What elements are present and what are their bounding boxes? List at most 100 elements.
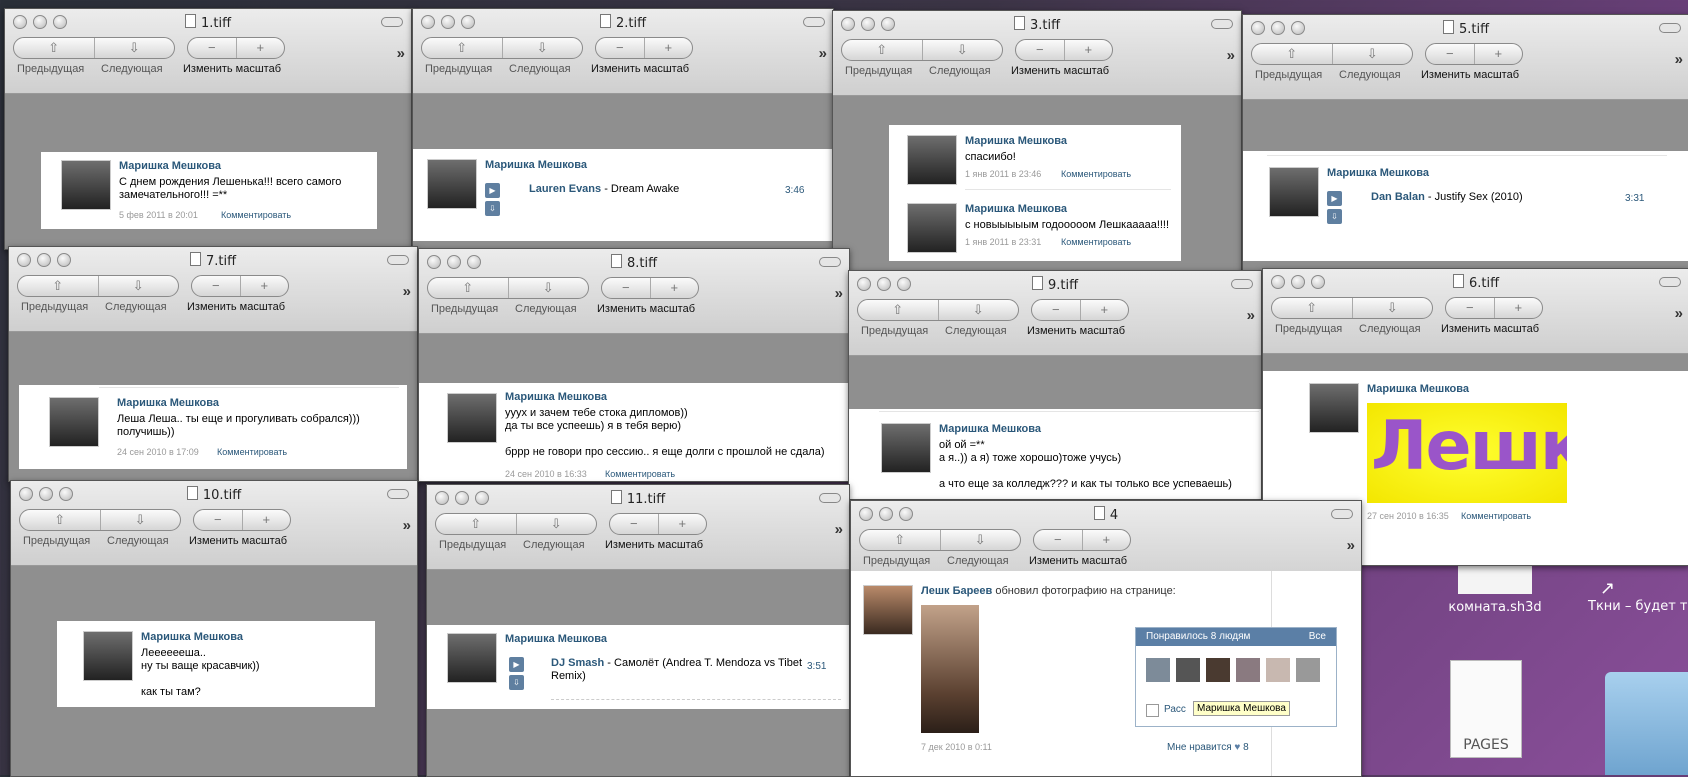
toolbar-toggle-button[interactable] xyxy=(387,489,409,499)
more-chevron-icon[interactable]: » xyxy=(1675,51,1683,68)
toolbar-toggle-button[interactable] xyxy=(819,493,841,503)
zoom-in-button[interactable]: + xyxy=(657,514,707,534)
zoom-control[interactable]: − + xyxy=(601,277,699,299)
comment-link[interactable]: Комментировать xyxy=(605,469,675,479)
comment-link[interactable]: Комментировать xyxy=(221,210,291,220)
zoom-control[interactable]: − + xyxy=(609,513,707,535)
liker-avatar[interactable] xyxy=(1146,658,1170,682)
prev-next-control[interactable]: ⇧ ⇩ xyxy=(859,529,1021,551)
up-arrow-icon[interactable]: ⇧ xyxy=(858,300,938,320)
zoom-in-button[interactable]: + xyxy=(1473,44,1523,64)
author-name[interactable]: Маришка Мешкова xyxy=(119,160,221,172)
avatar[interactable] xyxy=(61,160,111,210)
zoom-out-button[interactable]: − xyxy=(1032,300,1080,320)
avatar[interactable] xyxy=(1309,383,1359,433)
avatar[interactable] xyxy=(863,585,913,635)
profile-photo[interactable] xyxy=(921,605,979,733)
author-name[interactable]: Маришка Мешкова xyxy=(939,423,1041,435)
play-icon[interactable]: ▶ xyxy=(509,657,524,672)
zoom-in-button[interactable]: + xyxy=(649,278,699,298)
zoom-in-button[interactable]: + xyxy=(235,38,285,58)
comment-link[interactable]: Комментировать xyxy=(1061,169,1131,179)
down-arrow-icon[interactable]: ⇩ xyxy=(97,276,179,296)
avatar[interactable] xyxy=(881,423,931,473)
up-arrow-icon[interactable]: ⇧ xyxy=(422,38,502,58)
up-arrow-icon[interactable]: ⇧ xyxy=(1252,44,1332,64)
liker-avatar[interactable] xyxy=(1206,658,1230,682)
zoom-in-button[interactable]: + xyxy=(241,510,291,530)
toolbar-toggle-button[interactable] xyxy=(387,255,409,265)
more-chevron-icon[interactable]: » xyxy=(403,283,411,300)
pages-document-icon[interactable]: PAGES xyxy=(1450,660,1522,758)
up-arrow-icon[interactable]: ⇧ xyxy=(20,510,100,530)
track-title[interactable]: Lauren Evans - Dream Awake xyxy=(529,183,679,195)
more-chevron-icon[interactable]: » xyxy=(397,45,405,62)
author-name[interactable]: Маришка Мешкова xyxy=(117,397,219,409)
avatar[interactable] xyxy=(1269,167,1319,217)
up-arrow-icon[interactable]: ⇧ xyxy=(14,38,94,58)
prev-next-control[interactable]: ⇧ ⇩ xyxy=(421,37,583,59)
tell-friends-checkbox[interactable] xyxy=(1146,704,1159,717)
prev-next-control[interactable]: ⇧ ⇩ xyxy=(17,275,179,297)
down-arrow-icon[interactable]: ⇩ xyxy=(1351,298,1433,318)
more-chevron-icon[interactable]: » xyxy=(835,521,843,538)
comment-link[interactable]: Комментировать xyxy=(217,447,287,457)
zoom-in-button[interactable]: + xyxy=(1063,40,1113,60)
author-name[interactable]: Маришка Мешкова xyxy=(965,135,1067,147)
toolbar-toggle-button[interactable] xyxy=(1331,509,1353,519)
prev-next-control[interactable]: ⇧ ⇩ xyxy=(13,37,175,59)
zoom-out-button[interactable]: − xyxy=(188,38,236,58)
zoom-control[interactable]: − + xyxy=(191,275,289,297)
zoom-in-button[interactable]: + xyxy=(643,38,693,58)
zoom-control[interactable]: − + xyxy=(1015,39,1113,61)
zoom-control[interactable]: − + xyxy=(187,37,285,59)
toolbar-toggle-button[interactable] xyxy=(1659,23,1681,33)
download-icon[interactable]: ⇩ xyxy=(1327,209,1342,224)
toolbar-toggle-button[interactable] xyxy=(1231,279,1253,289)
prev-next-control[interactable]: ⇧ ⇩ xyxy=(1271,297,1433,319)
toolbar-toggle-button[interactable] xyxy=(819,257,841,267)
zoom-control[interactable]: − + xyxy=(1445,297,1543,319)
down-arrow-icon[interactable]: ⇩ xyxy=(99,510,181,530)
download-icon[interactable]: ⇩ xyxy=(509,675,524,690)
author-name[interactable]: Маришка Мешкова xyxy=(141,631,243,643)
track-title[interactable]: Dan Balan - Justify Sex (2010) xyxy=(1371,191,1523,203)
zoom-control[interactable]: − + xyxy=(1033,529,1131,551)
zoom-out-button[interactable]: − xyxy=(1016,40,1064,60)
zoom-out-button[interactable]: − xyxy=(1426,44,1474,64)
avatar[interactable] xyxy=(83,631,133,681)
up-arrow-icon[interactable]: ⇧ xyxy=(428,278,508,298)
zoom-out-button[interactable]: − xyxy=(194,510,242,530)
down-arrow-icon[interactable]: ⇩ xyxy=(501,38,583,58)
up-arrow-icon[interactable]: ⇧ xyxy=(860,530,940,550)
liker-avatar[interactable] xyxy=(1296,658,1320,682)
liker-avatar[interactable] xyxy=(1176,658,1200,682)
author-name[interactable]: Маришка Мешкова xyxy=(1367,383,1469,395)
zoom-out-button[interactable]: − xyxy=(1034,530,1082,550)
up-arrow-icon[interactable]: ⇧ xyxy=(1272,298,1352,318)
prev-next-control[interactable]: ⇧ ⇩ xyxy=(427,277,589,299)
zoom-out-button[interactable]: − xyxy=(596,38,644,58)
zoom-in-button[interactable]: + xyxy=(1493,298,1543,318)
author-name[interactable]: Лешк Бареев обновил фотографию на страни… xyxy=(921,585,1176,597)
graffiti-image[interactable]: Лешк xyxy=(1367,403,1567,503)
author-name[interactable]: Маришка Мешкова xyxy=(485,159,587,171)
more-chevron-icon[interactable]: » xyxy=(819,45,827,62)
down-arrow-icon[interactable]: ⇩ xyxy=(507,278,589,298)
up-arrow-icon[interactable]: ⇧ xyxy=(436,514,516,534)
folder-icon[interactable] xyxy=(1605,672,1688,775)
more-chevron-icon[interactable]: » xyxy=(1227,47,1235,64)
more-chevron-icon[interactable]: » xyxy=(835,285,843,302)
play-icon[interactable]: ▶ xyxy=(485,183,500,198)
zoom-control[interactable]: − + xyxy=(1031,299,1129,321)
zoom-out-button[interactable]: − xyxy=(610,514,658,534)
zoom-control[interactable]: − + xyxy=(595,37,693,59)
zoom-control[interactable]: − + xyxy=(1425,43,1523,65)
more-chevron-icon[interactable]: » xyxy=(403,517,411,534)
toolbar-toggle-button[interactable] xyxy=(1659,277,1681,287)
zoom-control[interactable]: − + xyxy=(193,509,291,531)
author-name[interactable]: Маришка Мешкова xyxy=(1327,167,1429,179)
prev-next-control[interactable]: ⇧ ⇩ xyxy=(435,513,597,535)
down-arrow-icon[interactable]: ⇩ xyxy=(939,530,1021,550)
desktop-file-room[interactable]: комната.sh3d xyxy=(1440,560,1550,615)
